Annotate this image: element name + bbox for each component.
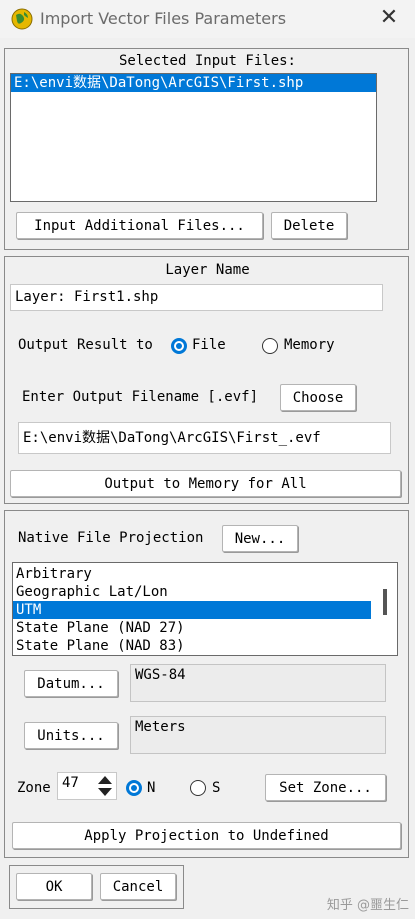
ok-button[interactable]: OK: [16, 873, 92, 900]
units-value: Meters: [130, 716, 386, 754]
new-projection-button[interactable]: New...: [222, 525, 298, 552]
output-result-label: Output Result to: [18, 337, 153, 353]
layer-name-heading: Layer Name: [165, 262, 250, 278]
projection-option[interactable]: Arbitrary: [13, 565, 374, 583]
output-memory-all-button[interactable]: Output to Memory for All: [10, 470, 401, 497]
envi-globe-icon: [11, 8, 33, 30]
projection-option-selected[interactable]: UTM: [13, 601, 371, 619]
title-bar: Import Vector Files Parameters ✕: [0, 0, 415, 38]
choose-button[interactable]: Choose: [280, 384, 356, 411]
output-filename-label: Enter Output Filename [.evf]: [22, 389, 259, 405]
zone-input[interactable]: 47: [57, 772, 117, 800]
file-list-item[interactable]: E:\envi数据\DaTong\ArcGIS\First.shp: [11, 74, 376, 92]
output-file-radio[interactable]: [171, 338, 187, 354]
zone-spinner-icon[interactable]: [95, 773, 115, 799]
projection-option[interactable]: State Plane (NAD 27): [13, 619, 374, 637]
hemisphere-south-radio[interactable]: [190, 780, 206, 796]
cancel-button[interactable]: Cancel: [100, 873, 176, 900]
output-file-label[interactable]: File: [192, 337, 226, 353]
units-button[interactable]: Units...: [24, 722, 118, 749]
hemisphere-north-label[interactable]: N: [147, 780, 155, 796]
hemisphere-north-radio[interactable]: [126, 780, 142, 796]
set-zone-button[interactable]: Set Zone...: [265, 774, 386, 801]
selected-files-list[interactable]: E:\envi数据\DaTong\ArcGIS\First.shp: [10, 73, 377, 202]
zone-value: 47: [62, 775, 79, 791]
zone-label: Zone: [17, 780, 51, 796]
selected-files-heading: Selected Input Files:: [118, 53, 296, 69]
projection-list[interactable]: Arbitrary Geographic Lat/Lon UTM State P…: [12, 562, 398, 656]
datum-value: WGS-84: [130, 664, 386, 702]
watermark: 知乎 @噩生仁: [326, 898, 409, 913]
delete-button[interactable]: Delete: [271, 212, 347, 239]
window-title: Import Vector Files Parameters: [40, 9, 287, 28]
output-filename-input[interactable]: E:\envi数据\DaTong\ArcGIS\First_.evf: [18, 422, 391, 454]
layer-name-input[interactable]: Layer: First1.shp: [10, 284, 383, 311]
datum-button[interactable]: Datum...: [24, 670, 118, 697]
input-additional-files-button[interactable]: Input Additional Files...: [16, 212, 263, 239]
output-memory-label[interactable]: Memory: [284, 337, 335, 353]
native-projection-label: Native File Projection: [18, 530, 204, 546]
close-icon[interactable]: ✕: [377, 5, 401, 30]
hemisphere-south-label[interactable]: S: [212, 780, 220, 796]
apply-projection-button[interactable]: Apply Projection to Undefined: [12, 822, 401, 849]
list-scrollbar-thumb[interactable]: [383, 589, 387, 615]
projection-option[interactable]: Geographic Lat/Lon: [13, 583, 374, 601]
output-memory-radio[interactable]: [262, 338, 278, 354]
projection-option[interactable]: State Plane (NAD 83): [13, 637, 374, 655]
